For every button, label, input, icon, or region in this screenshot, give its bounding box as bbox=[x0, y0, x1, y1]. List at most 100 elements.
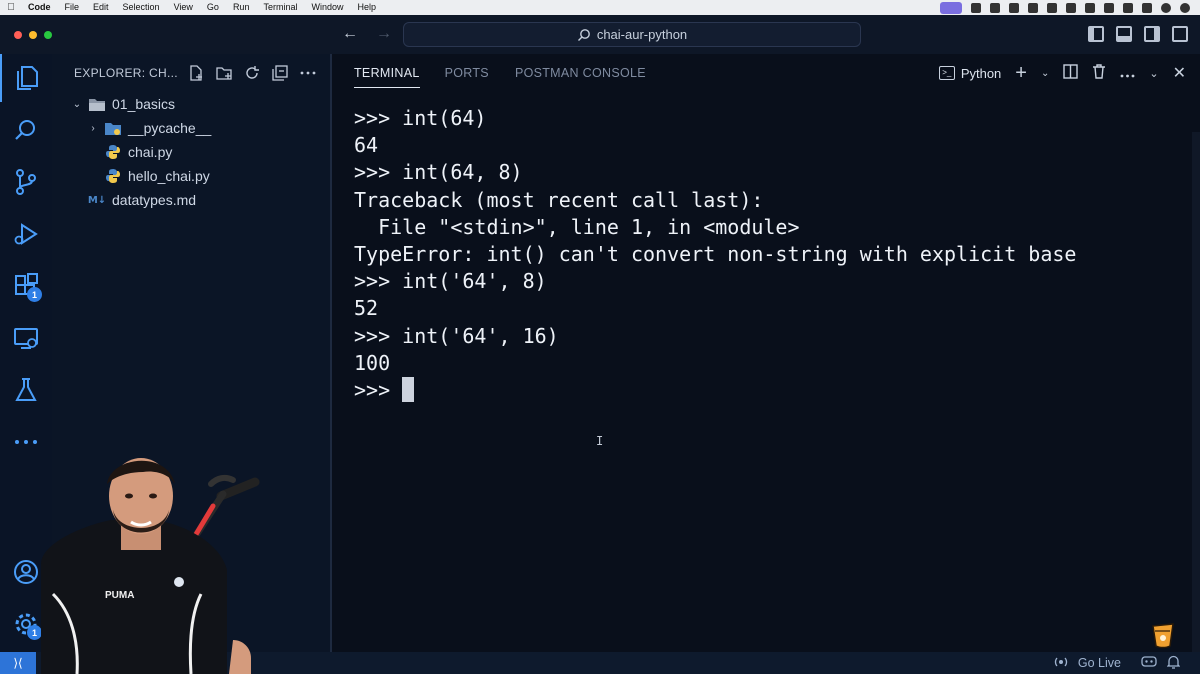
remote-explorer-icon[interactable] bbox=[0, 314, 52, 362]
terminal-line: TypeError: int() can't convert non-strin… bbox=[354, 241, 1077, 266]
tree-file-hello-chai-py[interactable]: hello_chai.py bbox=[52, 164, 330, 188]
new-file-icon[interactable] bbox=[187, 65, 204, 82]
menu-selection[interactable]: Selection bbox=[117, 0, 168, 15]
tree-folder-01-basics[interactable]: ⌄ 01_basics bbox=[52, 92, 330, 116]
tree-item-label: datatypes.md bbox=[112, 192, 197, 208]
traffic-lights bbox=[14, 31, 52, 39]
menu-go[interactable]: Go bbox=[201, 0, 227, 15]
close-panel-icon[interactable]: ✕ bbox=[1173, 63, 1186, 83]
more-actions-icon[interactable] bbox=[299, 65, 316, 82]
tab-terminal[interactable]: TERMINAL bbox=[354, 54, 420, 92]
extensions-icon[interactable]: 1 bbox=[0, 262, 52, 310]
apple-icon[interactable]:  bbox=[0, 2, 22, 13]
terminal-prompt-line[interactable]: >>> bbox=[354, 376, 1076, 404]
tree-file-datatypes-md[interactable]: M↓ datatypes.md bbox=[52, 188, 330, 212]
chevron-right-icon: › bbox=[91, 122, 95, 134]
close-window-button[interactable] bbox=[14, 31, 22, 39]
maximize-window-button[interactable] bbox=[44, 31, 52, 39]
explorer-actions bbox=[187, 65, 330, 82]
toggle-panel-icon[interactable] bbox=[1116, 26, 1132, 42]
tray-clip-icon[interactable] bbox=[1028, 2, 1038, 13]
menubar-tray bbox=[940, 1, 1200, 14]
trash-icon[interactable] bbox=[1092, 64, 1106, 82]
tab-ports[interactable]: PORTS bbox=[445, 54, 489, 92]
explorer-title: EXPLORER: CH... bbox=[74, 66, 178, 80]
menu-run[interactable]: Run bbox=[227, 0, 258, 15]
maximize-panel-icon[interactable]: ⌄ bbox=[1149, 67, 1158, 80]
copilot-icon[interactable] bbox=[1141, 655, 1157, 671]
split-terminal-icon[interactable] bbox=[1063, 64, 1079, 82]
bluetooth-icon[interactable] bbox=[1047, 2, 1057, 13]
explorer-header: EXPLORER: CH... bbox=[52, 54, 330, 92]
tray-grid-icon[interactable] bbox=[990, 2, 1000, 13]
forward-arrow-icon[interactable]: → bbox=[376, 25, 392, 43]
run-debug-icon[interactable] bbox=[0, 210, 52, 258]
toggle-primary-sidebar-icon[interactable] bbox=[1088, 26, 1104, 42]
terminal-icon: >_ bbox=[938, 66, 955, 80]
tray-app-icon[interactable] bbox=[1009, 2, 1019, 13]
minimize-window-button[interactable] bbox=[29, 31, 37, 39]
explorer-icon[interactable] bbox=[0, 54, 52, 102]
battery-icon[interactable] bbox=[1066, 2, 1076, 13]
more-actions-icon[interactable] bbox=[1120, 65, 1135, 81]
testing-icon[interactable] bbox=[0, 366, 52, 414]
chevron-down-icon[interactable]: ⌄ bbox=[1041, 68, 1049, 79]
terminal-line: >>> int('64', 8) bbox=[354, 269, 547, 294]
command-center-text: chai-aur-python bbox=[596, 27, 688, 42]
channel-logo-icon bbox=[1152, 623, 1174, 649]
chevron-down-icon: ⌄ bbox=[72, 98, 82, 110]
terminal-line: 52 bbox=[354, 296, 379, 321]
status-right: Go Live bbox=[1054, 655, 1200, 672]
menu-app-name[interactable]: Code bbox=[22, 0, 59, 15]
control-center-icon[interactable] bbox=[1142, 2, 1152, 13]
display-icon[interactable] bbox=[1085, 2, 1095, 13]
tab-postman-console[interactable]: POSTMAN CONSOLE bbox=[515, 54, 646, 92]
markdown-icon: M↓ bbox=[87, 194, 107, 206]
terminal-cursor bbox=[402, 376, 415, 402]
mouse-ibeam-cursor: I bbox=[596, 434, 604, 448]
search-icon[interactable] bbox=[0, 106, 52, 154]
terminal-line: Traceback (most recent call last): bbox=[354, 187, 764, 212]
terminal-output[interactable]: >>> int(64) 64 >>> int(64, 8) Traceback … bbox=[354, 105, 1076, 404]
customize-layout-icon[interactable] bbox=[1172, 26, 1188, 42]
screen-share-icon[interactable] bbox=[940, 1, 962, 14]
tree-folder-pycache[interactable]: › __pycache__ bbox=[52, 116, 330, 140]
terminal-scrollbar[interactable] bbox=[1192, 132, 1200, 652]
menu-help[interactable]: Help bbox=[351, 0, 384, 15]
wifi-icon[interactable] bbox=[1104, 2, 1114, 13]
toggle-secondary-sidebar-icon[interactable] bbox=[1144, 26, 1160, 42]
presenter-webcam-overlay: PUMA bbox=[41, 458, 260, 674]
remote-indicator-icon[interactable]: ⟩⟨ bbox=[0, 652, 36, 674]
menu-terminal[interactable]: Terminal bbox=[257, 0, 305, 15]
macos-menubar:  Code File Edit Selection View Go Run T… bbox=[0, 0, 1200, 15]
siri-icon[interactable] bbox=[1161, 2, 1171, 13]
menu-view[interactable]: View bbox=[168, 0, 201, 15]
refresh-icon[interactable] bbox=[243, 65, 260, 82]
extensions-badge: 1 bbox=[27, 287, 42, 302]
source-control-icon[interactable] bbox=[0, 158, 52, 206]
tree-item-label: __pycache__ bbox=[128, 120, 212, 136]
menu-edit[interactable]: Edit bbox=[87, 0, 117, 15]
terminal-prompt: >>> bbox=[354, 377, 403, 402]
tree-item-label: hello_chai.py bbox=[128, 168, 210, 184]
tree-item-label: chai.py bbox=[128, 144, 173, 160]
terminal-line: >>> int('64', 16) bbox=[354, 323, 559, 348]
back-arrow-icon[interactable]: ← bbox=[342, 25, 358, 43]
notifications-bell-icon[interactable] bbox=[1166, 655, 1181, 672]
command-center-search[interactable]: chai-aur-python bbox=[403, 22, 861, 47]
user-icon[interactable] bbox=[1180, 2, 1190, 13]
tree-file-chai-py[interactable]: chai.py bbox=[52, 140, 330, 164]
menu-file[interactable]: File bbox=[59, 0, 88, 15]
tree-item-label: 01_basics bbox=[112, 96, 176, 112]
search-icon[interactable] bbox=[1123, 2, 1133, 13]
collapse-all-icon[interactable] bbox=[271, 65, 288, 82]
terminal-profile-selector[interactable]: >_ Python bbox=[938, 66, 1001, 81]
folder-icon bbox=[105, 121, 121, 135]
new-terminal-icon[interactable]: + bbox=[1015, 62, 1027, 85]
new-folder-icon[interactable] bbox=[215, 65, 232, 82]
menu-window[interactable]: Window bbox=[305, 0, 351, 15]
window-titlebar: ← → chai-aur-python bbox=[0, 15, 1200, 54]
tray-app-icon[interactable] bbox=[971, 2, 981, 13]
folder-open-icon bbox=[89, 97, 105, 111]
go-live-button[interactable]: Go Live bbox=[1078, 656, 1121, 670]
